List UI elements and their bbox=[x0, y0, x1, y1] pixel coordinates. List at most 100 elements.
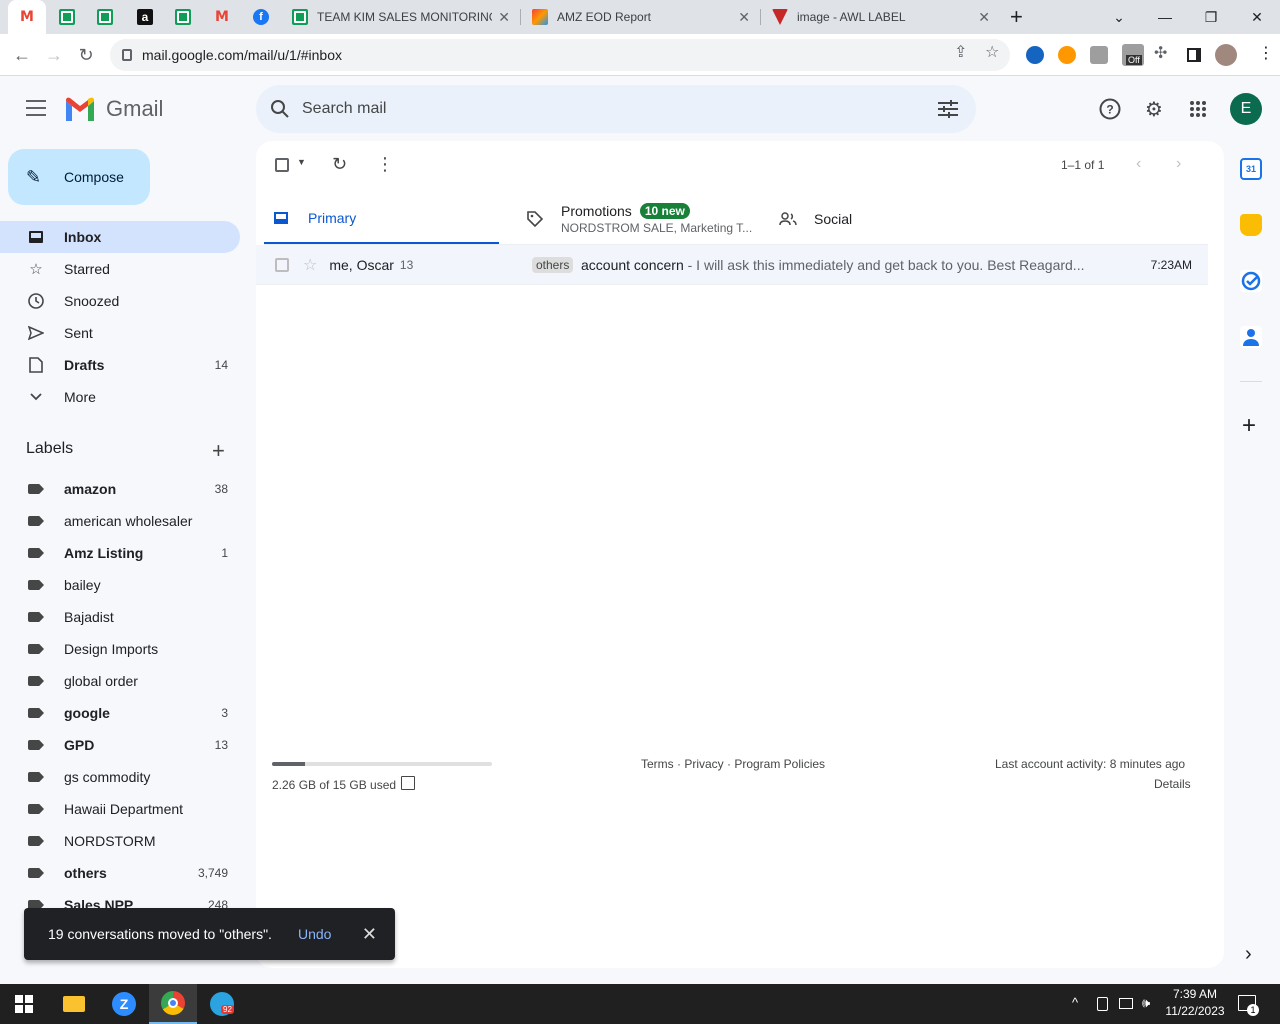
account-avatar[interactable]: E bbox=[1230, 93, 1262, 125]
telegram-app-button[interactable]: 92 bbox=[198, 984, 246, 1024]
volume-icon[interactable]: 🕪 bbox=[1142, 995, 1150, 1011]
restore-button[interactable]: ❐ bbox=[1188, 0, 1234, 34]
sidebar-item-inbox[interactable]: Inbox bbox=[0, 221, 240, 253]
sidebar-label-item[interactable]: bailey bbox=[0, 569, 240, 601]
select-dropdown-icon[interactable]: ▼ bbox=[297, 157, 306, 167]
network-icon[interactable] bbox=[1119, 998, 1133, 1009]
clock[interactable]: 7:39 AM 11/22/2023 bbox=[1162, 987, 1228, 1018]
more-vert-icon[interactable]: ⋮ bbox=[1258, 43, 1274, 63]
search-options-icon[interactable] bbox=[938, 100, 958, 118]
expand-side-panel-chevron-icon[interactable]: › bbox=[1245, 943, 1252, 966]
extension-icon[interactable] bbox=[1058, 46, 1076, 64]
close-icon[interactable]: ✕ bbox=[978, 9, 990, 26]
sidebar-label-item[interactable]: Hawaii Department bbox=[0, 793, 240, 825]
footer-links[interactable]: Terms · Privacy · Program Policies bbox=[641, 757, 825, 771]
tab-team-kim-sales[interactable]: TEAM KIM SALES MONITORING ✕ bbox=[282, 0, 520, 34]
main-menu-icon[interactable] bbox=[26, 100, 46, 116]
chrome-app-button[interactable] bbox=[149, 984, 197, 1024]
profile-avatar[interactable] bbox=[1215, 44, 1237, 66]
close-icon[interactable]: ✕ bbox=[498, 9, 510, 26]
new-tab-button[interactable]: + bbox=[1010, 4, 1023, 30]
lock-icon bbox=[122, 49, 132, 61]
tab-amz-eod-report[interactable]: AMZ EOD Report ✕ bbox=[522, 0, 760, 34]
details-link[interactable]: Details bbox=[1154, 777, 1191, 791]
tab-facebook-pinned[interactable]: f bbox=[242, 0, 280, 34]
email-checkbox[interactable] bbox=[275, 257, 289, 272]
select-all-checkbox[interactable] bbox=[275, 158, 289, 172]
back-button[interactable]: ← bbox=[9, 42, 35, 68]
sidebar-label-item[interactable]: amazon 38 bbox=[0, 473, 240, 505]
label-tag-icon bbox=[26, 580, 46, 590]
sidebar-item-sent[interactable]: Sent bbox=[0, 317, 240, 349]
newer-chevron-right-icon[interactable]: › bbox=[1176, 155, 1181, 173]
sidebar-label-item[interactable]: NORDSTORM bbox=[0, 825, 240, 857]
search-bar[interactable] bbox=[256, 85, 976, 133]
zoom-app-button[interactable]: Z bbox=[100, 984, 148, 1024]
create-label-plus-icon[interactable]: + bbox=[212, 438, 225, 464]
undo-button[interactable]: Undo bbox=[298, 926, 331, 942]
gmail-logo[interactable]: Gmail bbox=[64, 96, 163, 122]
file-explorer-button[interactable] bbox=[50, 984, 98, 1024]
forward-button[interactable]: → bbox=[41, 42, 67, 68]
windows-start-button[interactable] bbox=[0, 984, 48, 1024]
close-icon[interactable]: ✕ bbox=[362, 924, 377, 945]
sidebar-label-item[interactable]: american wholesaler bbox=[0, 505, 240, 537]
extension-icon[interactable] bbox=[1026, 46, 1044, 64]
calendar-icon[interactable]: 31 bbox=[1240, 158, 1262, 180]
sidebar-item-drafts[interactable]: Drafts 14 bbox=[0, 349, 240, 381]
older-chevron-left-icon[interactable]: ‹ bbox=[1136, 155, 1141, 173]
compose-button[interactable]: ✎ Compose bbox=[8, 149, 150, 205]
apps-grid-icon[interactable] bbox=[1185, 96, 1211, 122]
sidebar-label-item[interactable]: global order bbox=[0, 665, 240, 697]
tab-primary[interactable]: Primary bbox=[264, 193, 499, 245]
tab-gmail-pinned[interactable]: M bbox=[203, 0, 241, 34]
tasks-icon[interactable] bbox=[1240, 270, 1262, 292]
minimize-button[interactable]: — bbox=[1142, 0, 1188, 34]
tab-sheets-pinned[interactable] bbox=[86, 0, 124, 34]
reload-button[interactable]: ↻ bbox=[73, 42, 99, 68]
open-external-icon[interactable] bbox=[401, 776, 415, 790]
side-panel-icon[interactable] bbox=[1187, 48, 1201, 62]
close-icon[interactable]: ✕ bbox=[738, 9, 750, 26]
extension-icon[interactable]: Off bbox=[1122, 44, 1144, 66]
bookmark-star-icon[interactable]: ☆ bbox=[985, 42, 999, 62]
puzzle-icon[interactable]: ✣ bbox=[1154, 43, 1167, 63]
sidebar-label-item[interactable]: google 3 bbox=[0, 697, 240, 729]
share-icon[interactable]: ⇪ bbox=[954, 42, 967, 62]
sidebar-item-starred[interactable]: ☆ Starred bbox=[0, 253, 240, 285]
contacts-icon[interactable] bbox=[1240, 326, 1262, 348]
search-input[interactable] bbox=[302, 100, 902, 118]
sidebar-label-item[interactable]: Bajadist bbox=[0, 601, 240, 633]
sidebar-label-item[interactable]: Design Imports bbox=[0, 633, 240, 665]
refresh-icon[interactable]: ↻ bbox=[332, 154, 347, 175]
tab-gmail-pinned[interactable]: M bbox=[8, 0, 46, 34]
sidebar-item-snoozed[interactable]: Snoozed bbox=[0, 285, 240, 317]
tab-amazon-pinned[interactable]: a bbox=[126, 0, 164, 34]
tab-sheets-pinned[interactable] bbox=[48, 0, 86, 34]
tab-social[interactable]: Social bbox=[779, 193, 1019, 245]
sidebar-label-item[interactable]: GPD 13 bbox=[0, 729, 240, 761]
email-row[interactable]: ☆ me, Oscar 13 others account concern - … bbox=[256, 245, 1208, 285]
settings-gear-icon[interactable]: ⚙ bbox=[1141, 96, 1167, 122]
show-hidden-icons-chevron-icon[interactable]: ^ bbox=[1072, 995, 1078, 1010]
battery-icon[interactable] bbox=[1097, 997, 1108, 1011]
sidebar-label-item[interactable]: Amz Listing 1 bbox=[0, 537, 240, 569]
sidebar-label-item[interactable]: gs commodity bbox=[0, 761, 240, 793]
window-close-button[interactable]: ✕ bbox=[1234, 0, 1280, 34]
add-addon-plus-icon[interactable]: + bbox=[1242, 412, 1256, 440]
notification-center-icon[interactable]: 1 bbox=[1238, 995, 1259, 1016]
tab-promotions[interactable]: Promotions 10 new NORDSTROM SALE, Market… bbox=[526, 193, 766, 245]
support-icon[interactable]: ? bbox=[1097, 96, 1123, 122]
tab-search-button[interactable]: ⌄ bbox=[1096, 0, 1142, 34]
extension-icon[interactable] bbox=[1090, 46, 1108, 64]
tab-sheets-pinned[interactable] bbox=[164, 0, 202, 34]
email-label-chip[interactable]: others bbox=[532, 256, 574, 273]
tab-awl-label[interactable]: image - AWL LABEL ✕ bbox=[762, 0, 1000, 34]
keep-icon[interactable] bbox=[1240, 214, 1262, 236]
star-icon[interactable]: ☆ bbox=[303, 255, 317, 275]
sidebar-label-item[interactable]: others 3,749 bbox=[0, 857, 240, 889]
address-bar[interactable]: mail.google.com/mail/u/1/#inbox bbox=[110, 39, 1010, 71]
more-vert-icon[interactable]: ⋮ bbox=[376, 154, 394, 175]
sidebar-item-more[interactable]: More bbox=[0, 381, 240, 413]
search-icon[interactable] bbox=[270, 99, 290, 119]
